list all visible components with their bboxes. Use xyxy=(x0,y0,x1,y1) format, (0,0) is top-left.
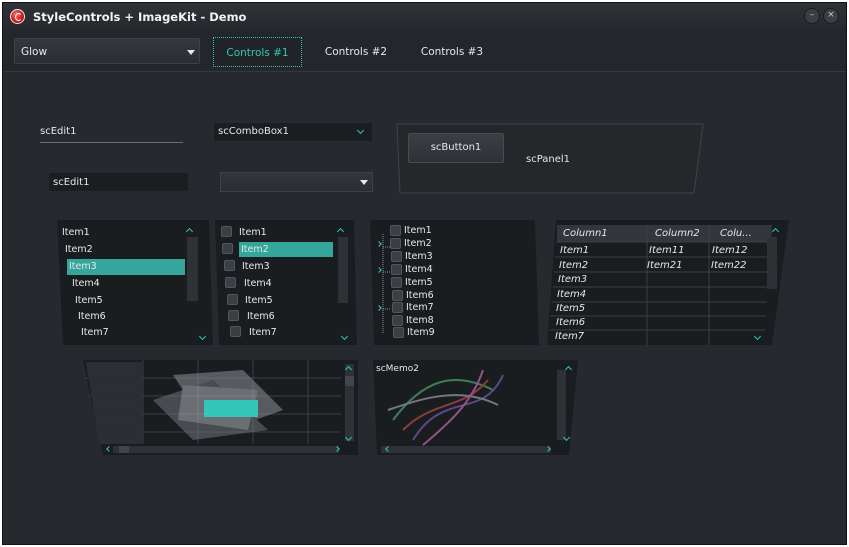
tree-item[interactable]: Item8 xyxy=(406,315,434,326)
checkbox[interactable] xyxy=(392,302,403,313)
title-bar[interactable]: StyleControls + ImageKit - Demo – × xyxy=(3,3,846,31)
app-logo-icon xyxy=(10,9,25,24)
list-item[interactable]: Item2 xyxy=(241,244,269,255)
minimize-button[interactable]: – xyxy=(804,8,820,24)
grid-cell[interactable]: Item12 xyxy=(712,245,748,256)
sc-memo-2[interactable] xyxy=(373,360,579,456)
list-item[interactable]: Item1 xyxy=(62,227,90,238)
list-item[interactable]: Item3 xyxy=(69,261,97,272)
grid-cell[interactable]: Item4 xyxy=(557,289,586,300)
close-icon: × xyxy=(827,10,835,20)
grid-cell[interactable]: Item21 xyxy=(647,260,683,271)
list-item[interactable]: Item4 xyxy=(244,278,272,289)
tree-item[interactable]: Item5 xyxy=(405,277,433,288)
style-combobox[interactable]: Glow xyxy=(14,38,200,64)
tab-controls-1[interactable]: Controls #1 xyxy=(213,37,302,67)
checkbox[interactable] xyxy=(393,327,404,338)
list-item[interactable]: Item2 xyxy=(65,244,93,255)
checkbox[interactable] xyxy=(221,226,232,237)
list-item[interactable]: Item7 xyxy=(249,327,277,338)
sc-edit-1[interactable]: scEdit1 xyxy=(40,124,183,143)
grid-cell[interactable]: Item5 xyxy=(556,303,585,314)
close-button[interactable]: × xyxy=(823,8,839,24)
list-item[interactable]: Item1 xyxy=(239,227,267,238)
window-title: StyleControls + ImageKit - Demo xyxy=(33,10,247,24)
checkbox[interactable] xyxy=(391,251,402,262)
list-item[interactable]: Item5 xyxy=(75,295,103,306)
grid-cell[interactable]: Item6 xyxy=(556,317,585,328)
style-combobox-value: Glow xyxy=(21,46,48,58)
tree-item[interactable]: Item6 xyxy=(406,290,434,301)
checkbox[interactable] xyxy=(391,277,402,288)
checkbox[interactable] xyxy=(230,326,241,337)
list-item[interactable]: Item3 xyxy=(242,261,270,272)
tree-item[interactable]: Item9 xyxy=(407,327,435,338)
sc-combobox-2[interactable] xyxy=(220,172,373,192)
checkbox[interactable] xyxy=(225,277,236,288)
list-item[interactable]: Item7 xyxy=(81,327,109,338)
tree-item[interactable]: Item1 xyxy=(404,225,432,236)
sc-panel-1-label: scPanel1 xyxy=(526,154,571,165)
top-toolbar: Glow Controls #1 Controls #2 Controls #3 xyxy=(3,31,846,72)
checkbox[interactable] xyxy=(392,290,403,301)
minimize-icon: – xyxy=(809,10,815,20)
checkbox[interactable] xyxy=(227,294,238,305)
sc-memo-2-label: scMemo2 xyxy=(376,364,419,374)
image-grid-scrollbox[interactable] xyxy=(83,360,359,456)
checkbox[interactable] xyxy=(222,243,233,254)
tree-item[interactable]: Item2 xyxy=(404,238,432,249)
sc-edit-2-text: scEdit1 xyxy=(53,177,90,188)
checkbox[interactable] xyxy=(392,315,403,326)
list-item[interactable]: Item6 xyxy=(247,311,275,322)
sc-combobox-1-value: scComboBox1 xyxy=(218,126,289,137)
grid-cell[interactable]: Item7 xyxy=(555,331,584,342)
grid-scrollbar[interactable] xyxy=(767,237,777,289)
list-item[interactable]: Item6 xyxy=(78,311,106,322)
sc-button-1[interactable]: scButton1 xyxy=(408,133,504,163)
tree-item[interactable]: Item4 xyxy=(405,264,433,275)
chevron-down-icon xyxy=(187,50,195,55)
sc-combobox-1[interactable]: scComboBox1 xyxy=(214,123,372,141)
chevron-down-icon xyxy=(360,180,368,185)
tab-controls-2[interactable]: Controls #2 xyxy=(315,37,397,67)
tree-item[interactable]: Item7 xyxy=(406,302,434,313)
sc-edit-2[interactable]: scEdit1 xyxy=(49,173,188,191)
checkbox[interactable] xyxy=(390,238,401,249)
chevron-down-icon xyxy=(356,126,365,135)
checkbox[interactable] xyxy=(228,310,239,321)
app-window: StyleControls + ImageKit - Demo – × Glow… xyxy=(2,2,847,545)
sc-edit-1-text: scEdit1 xyxy=(40,126,77,137)
grid-cell[interactable]: Item22 xyxy=(711,260,747,271)
checkbox[interactable] xyxy=(224,260,235,271)
checkbox[interactable] xyxy=(390,225,401,236)
tab-controls-3[interactable]: Controls #3 xyxy=(411,37,493,67)
list-item[interactable]: Item5 xyxy=(245,295,273,306)
list-item[interactable]: Item4 xyxy=(72,278,100,289)
grid-cell[interactable]: Item2 xyxy=(559,260,588,271)
grid-column-header[interactable]: Colu... xyxy=(720,228,752,239)
grid-cell[interactable]: Item3 xyxy=(558,274,587,285)
grid-cell[interactable]: Item1 xyxy=(560,245,589,256)
checklistbox-scrollbar[interactable] xyxy=(338,237,348,303)
listbox-1-scrollbar[interactable] xyxy=(187,237,198,301)
grid-column-header[interactable]: Column1 xyxy=(563,228,608,239)
tree-item[interactable]: Item3 xyxy=(405,251,433,262)
checkbox[interactable] xyxy=(391,264,402,275)
grid-cell[interactable]: Item11 xyxy=(649,245,685,256)
grid-column-header[interactable]: Column2 xyxy=(655,228,700,239)
